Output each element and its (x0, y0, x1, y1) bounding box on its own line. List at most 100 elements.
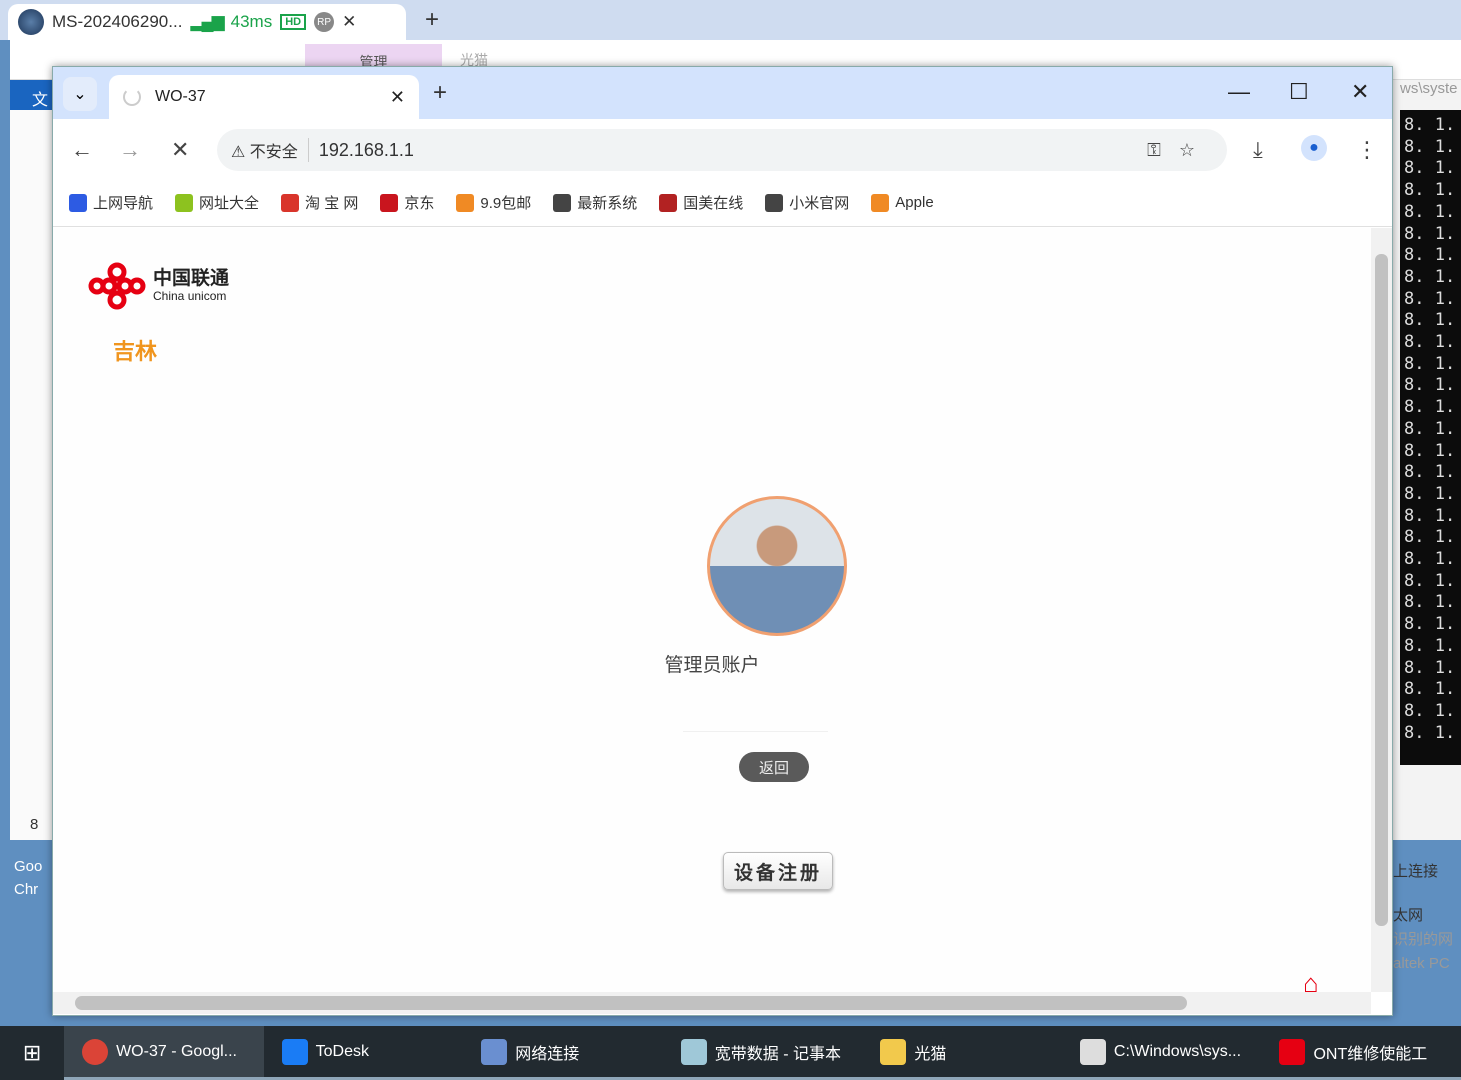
taobao-icon (281, 193, 300, 212)
bookmarks-bar: 上网导航 网址大全 淘 宝 网 京东 9.9包邮 最新系统 国美在线 小米官网 Apple (53, 179, 1392, 227)
region-label: 吉林 (113, 339, 158, 364)
horizontal-scrollbar[interactable] (53, 992, 1371, 1014)
taskbar-item[interactable]: WO-37 - Googl... (64, 1026, 264, 1080)
security-label: 不安全 (249, 144, 298, 161)
todesk-icon (281, 1038, 308, 1065)
notepad-icon (680, 1038, 707, 1065)
password-input[interactable] (683, 712, 828, 732)
taskbar-item[interactable]: ONT维修使能工 (1261, 1026, 1461, 1080)
browser-window: ⌄ WO-37 ✕ + — ☐ ✕ ← → ✕ ⚠ 不安全 192.168.1.… (52, 66, 1393, 1016)
taskbar-label: 网络连接 (515, 1045, 580, 1063)
download-icon[interactable]: ⤓ (1253, 137, 1263, 163)
close-tab-icon[interactable]: ✕ (390, 87, 405, 108)
latency: 43ms (230, 12, 273, 31)
taskbar: ⊞ WO-37 - Googl... ToDesk 网络连接 宽带数据 - 记事本 光猫… (0, 1026, 1461, 1080)
taskbar-label: 宽带数据 - 记事本 (714, 1045, 841, 1063)
maximize-button[interactable]: ☐ (1289, 79, 1309, 105)
bookmark-label: 国美在线 (683, 195, 744, 212)
bookmark-item[interactable]: 最新系统 (553, 192, 637, 213)
windows-start-icon[interactable]: ⊞ (0, 1026, 64, 1080)
taskbar-item[interactable]: C:\Windows\sys... (1061, 1026, 1262, 1080)
network-connections-list: 上连接 太网 识别的网 altek PC (1393, 860, 1461, 976)
taskbar-label: C:\Windows\sys... (1113, 1042, 1242, 1060)
bookmark-label: Apple (895, 194, 934, 211)
loading-spinner-icon (123, 88, 141, 106)
net-label: 识别的网 (1393, 931, 1454, 948)
new-tab-button[interactable]: + (433, 79, 447, 107)
jd-icon (380, 193, 399, 212)
taskbar-item[interactable]: 网络连接 (463, 1026, 663, 1080)
unicom-knot-icon (88, 262, 146, 310)
bookmark-item[interactable]: 小米官网 (765, 192, 849, 213)
bookmark-label: 京东 (404, 195, 435, 212)
signal-icon: ▂▄▆ (190, 12, 224, 31)
china-unicom-logo: 中国联通 China unicom (87, 262, 229, 310)
scroll-thumb[interactable] (1375, 254, 1388, 926)
cmd-icon (1079, 1038, 1106, 1065)
remote-title: MS-202406290... (52, 12, 183, 31)
bookmark-item[interactable]: 京东 (380, 192, 434, 213)
taskbar-item[interactable]: ToDesk (263, 1026, 464, 1080)
remote-session-tab[interactable]: MS-202406290... ▂▄▆ 43ms HD RP ✕ (8, 4, 406, 40)
logo-english: China unicom (153, 289, 227, 303)
menu-icon[interactable]: ⋮ (1356, 137, 1378, 163)
address-bar[interactable]: ⚠ 不安全 192.168.1.1 ⚿☆ (217, 129, 1227, 171)
desktop-chrome-shortcut[interactable]: Goo Chr (14, 855, 42, 901)
taskbar-item[interactable]: 光猫 (862, 1026, 1062, 1080)
url-text[interactable]: 192.168.1.1 (319, 140, 414, 161)
scroll-thumb[interactable] (75, 996, 1187, 1010)
toolbar: ← → ✕ ⚠ 不安全 192.168.1.1 ⚿☆ ⤓ ● ⋮ (53, 119, 1392, 179)
vertical-scrollbar[interactable] (1371, 228, 1392, 992)
account-label: 管理员账户 (664, 655, 760, 676)
chrome-icon (82, 1038, 109, 1065)
router-login-page: 中国联通 China unicom 吉林 管理员账户 返回 设备注册 ⌂ (53, 228, 1371, 992)
security-indicator[interactable]: ⚠ 不安全 (231, 138, 309, 162)
explorer-nav-pane (10, 110, 52, 840)
device-register-button[interactable]: 设备注册 (723, 852, 833, 890)
huawei-icon (1279, 1038, 1306, 1065)
bookmark-item[interactable]: Apple (871, 193, 934, 212)
taskbar-label: ToDesk (315, 1042, 369, 1060)
logo-chinese: 中国联通 (153, 268, 230, 289)
folder-icon (880, 1038, 907, 1065)
stop-button[interactable]: ✕ (171, 137, 189, 163)
taskbar-label: WO-37 - Googl... (116, 1042, 237, 1060)
back-button-page[interactable]: 返回 (739, 752, 809, 782)
cmd-title: ws\syste (1400, 80, 1458, 97)
back-button[interactable]: ← (71, 137, 93, 163)
minimize-button[interactable]: — (1228, 79, 1250, 105)
bookmark-label: 小米官网 (789, 195, 850, 212)
taskbar-item[interactable]: 宽带数据 - 记事本 (662, 1026, 863, 1080)
rp-badge[interactable]: RP (314, 12, 335, 32)
star-icon[interactable]: ☆ (1179, 140, 1213, 160)
chevron-down-icon[interactable]: ⌄ (63, 77, 97, 111)
close-window-button[interactable]: ✕ (1351, 79, 1369, 105)
bookmark-label: 最新系统 (577, 195, 638, 212)
globe-icon (765, 193, 784, 212)
globe-icon (18, 9, 44, 35)
forward-button[interactable]: → (119, 137, 141, 163)
key-icon[interactable]: ⚿ (1147, 140, 1179, 160)
file-tab[interactable]: 文 (10, 80, 55, 110)
tab-wo37[interactable]: WO-37 ✕ (109, 75, 419, 119)
cmd-output: 8. 1. 1 8. 1. 1 8. 1. 1 8. 1. 1 8. 1. 1 … (1400, 110, 1461, 765)
new-session-button[interactable]: + (425, 6, 439, 34)
bookmark-item[interactable]: 上网导航 (69, 192, 153, 213)
bookmark-item[interactable]: 9.9包邮 (456, 192, 531, 213)
side-number: 8 (30, 816, 39, 833)
close-icon[interactable]: ✕ (342, 12, 356, 32)
bookmark-item[interactable]: 淘 宝 网 (281, 192, 358, 213)
hd-badge[interactable]: HD (280, 14, 307, 30)
bookmark-label: 淘 宝 网 (305, 195, 359, 212)
taobao-icon (456, 193, 475, 212)
globe-icon (553, 193, 572, 212)
profile-icon[interactable]: ● (1301, 135, 1327, 161)
bookmark-item[interactable]: 网址大全 (175, 192, 259, 213)
huawei-logo-icon: ⌂ (1303, 968, 1319, 992)
net-label: 上连接 (1393, 863, 1439, 880)
baidu-paw-icon (69, 193, 87, 212)
shortcut-label: Goo (14, 858, 43, 875)
gome-icon (659, 193, 678, 212)
admin-avatar (707, 496, 847, 636)
bookmark-item[interactable]: 国美在线 (659, 192, 743, 213)
